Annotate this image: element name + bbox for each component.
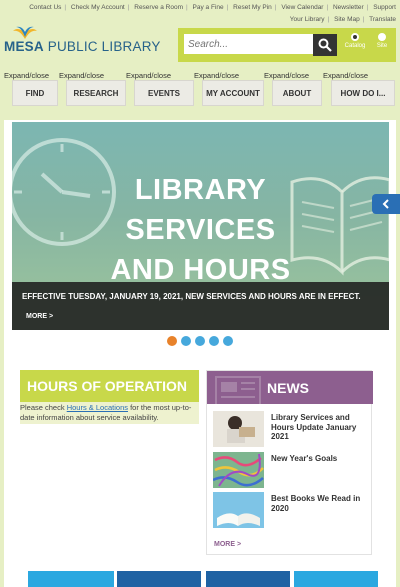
feature-tile-4[interactable] <box>294 571 378 587</box>
nav-how-do-i[interactable]: HOW DO I... <box>331 80 395 106</box>
feature-tile-2[interactable] <box>117 571 201 587</box>
news-item[interactable]: New Year's Goals <box>213 452 368 490</box>
expand-close-research[interactable]: Expand/close <box>59 71 104 80</box>
open-book-photo-icon <box>213 492 264 528</box>
news-more-link[interactable]: MORE > <box>214 541 241 548</box>
search-input[interactable] <box>184 34 316 54</box>
catalog-radio-dot <box>351 33 359 41</box>
link-reserve-room[interactable]: Reserve a Room <box>134 4 183 11</box>
link-contact-us[interactable]: Contact Us <box>29 4 61 11</box>
news-item[interactable]: Best Books We Read in 2020 <box>213 492 368 530</box>
expand-close-about[interactable]: Expand/close <box>264 71 309 80</box>
site-radio-label: Site <box>376 43 388 49</box>
hours-of-operation-card: HOURS OF OPERATION Please check Hours & … <box>20 370 199 424</box>
news-item-title: Library Services and Hours Update Januar… <box>271 413 357 441</box>
carousel-dot-5[interactable] <box>223 336 233 346</box>
chevron-left-icon <box>382 199 389 209</box>
nav-events[interactable]: EVENTS <box>134 80 194 106</box>
hero-more-link[interactable]: MORE > <box>26 313 53 320</box>
page: Contact Us | Check My Account | Reserve a … <box>0 0 400 587</box>
carousel-dot-3[interactable] <box>195 336 205 346</box>
catalog-radio-label: Catalog <box>344 43 366 49</box>
hours-title: HOURS OF OPERATION <box>27 378 187 394</box>
feature-tile-1[interactable] <box>28 571 114 587</box>
hero-title-line-1: LIBRARY <box>134 174 267 206</box>
search-icon <box>318 38 332 52</box>
link-site-map[interactable]: Site Map <box>334 16 360 23</box>
newspaper-icon <box>215 376 261 404</box>
logo-light-text: PUBLIC LIBRARY <box>47 39 161 54</box>
search-bar: Catalog Site <box>178 28 396 62</box>
news-item-title: Best Books We Read in 2020 <box>271 494 361 513</box>
expand-close-events[interactable]: Expand/close <box>126 71 171 80</box>
logo-bold-text: MESA <box>4 39 44 54</box>
news-card: NEWS Library Services and Hours Update J… <box>206 370 373 555</box>
news-header: NEWS <box>207 371 373 404</box>
hero-slide[interactable]: LIBRARY SERVICES AND HOURS EFFECTIVE TUE… <box>12 122 389 330</box>
utility-links: Contact Us | Check My Account | Reserve a … <box>29 4 396 23</box>
carousel-dot-2[interactable] <box>181 336 191 346</box>
hero-caption: EFFECTIVE TUESDAY, JANUARY 19, 2021, NEW… <box>12 282 389 330</box>
hours-text: Please check Hours & Locations for the m… <box>20 403 199 422</box>
confetti-photo-icon <box>213 452 264 488</box>
logo-book-icon <box>13 26 37 39</box>
expand-close-find[interactable]: Expand/close <box>4 71 49 80</box>
library-logo[interactable]: MESA PUBLIC LIBRARY <box>4 26 160 56</box>
news-item[interactable]: Library Services and Hours Update Januar… <box>213 411 368 449</box>
news-item-title: New Year's Goals <box>271 454 338 463</box>
expand-close-my-account[interactable]: Expand/close <box>194 71 239 80</box>
hero-caption-text: EFFECTIVE TUESDAY, JANUARY 19, 2021, NEW… <box>22 292 361 301</box>
nav-my-account[interactable]: MY ACCOUNT <box>202 80 264 106</box>
link-newsletter[interactable]: Newsletter <box>333 4 364 11</box>
carousel-dot-1[interactable] <box>167 336 177 346</box>
link-pay-fine[interactable]: Pay a Fine <box>193 4 224 11</box>
site-radio[interactable]: Site <box>367 32 397 49</box>
hours-text-before: Please check <box>20 403 67 412</box>
hero-title-line-2: SERVICES <box>125 214 276 246</box>
hours-locations-link[interactable]: Hours & Locations <box>67 403 128 412</box>
hours-header: HOURS OF OPERATION <box>20 370 199 402</box>
nav-research[interactable]: RESEARCH <box>66 80 126 106</box>
slide-prev-button[interactable] <box>372 194 400 214</box>
expand-close-how-do-i[interactable]: Expand/close <box>323 71 368 80</box>
nav-find[interactable]: FIND <box>12 80 58 106</box>
catalog-radio[interactable]: Catalog <box>340 32 370 49</box>
site-radio-dot <box>378 33 386 41</box>
hero-title: LIBRARY SERVICES AND HOURS <box>12 170 389 290</box>
reading-child-photo-icon <box>213 411 264 447</box>
nav-about[interactable]: ABOUT <box>272 80 322 106</box>
link-translate[interactable]: Translate <box>369 16 396 23</box>
news-title: NEWS <box>267 380 309 396</box>
link-view-calendar[interactable]: View Calendar <box>281 4 323 11</box>
link-check-my-account[interactable]: Check My Account <box>71 4 125 11</box>
link-reset-pin[interactable]: Reset My Pin <box>233 4 272 11</box>
feature-tile-3[interactable] <box>206 571 290 587</box>
search-button[interactable] <box>313 34 337 56</box>
carousel-dot-4[interactable] <box>209 336 219 346</box>
